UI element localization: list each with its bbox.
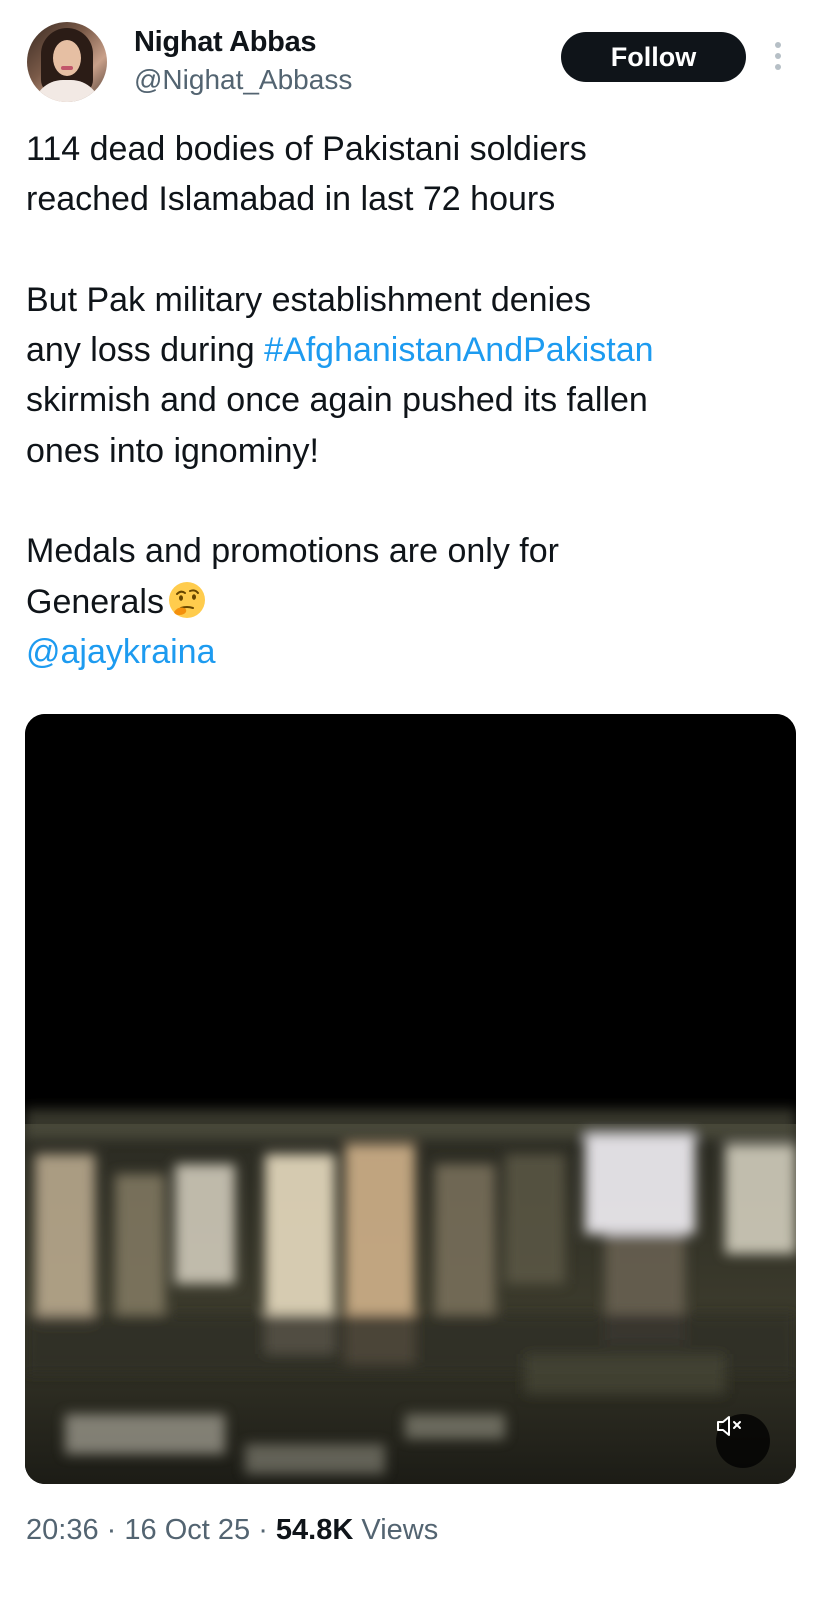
tweet-line: But Pak military establishment denies: [26, 280, 592, 319]
avatar-lips: [61, 66, 73, 70]
meta-separator: ·: [258, 1514, 268, 1546]
tweet-header: Nighat Abbas @Nighat_Abbass Follow: [0, 0, 838, 120]
tweet-line: Medals and promotions are only for: [26, 532, 559, 571]
tweet-line: any loss during #AfghanistanAndPakistan: [26, 325, 816, 375]
hashtag-link[interactable]: #AfghanistanAndPakistan: [264, 331, 653, 369]
more-dot: [775, 53, 781, 59]
tweet-line: Generals: [26, 577, 816, 627]
video-player[interactable]: [25, 714, 796, 1484]
tweet-body: 114 dead bodies of Pakistani soldiers re…: [26, 124, 816, 677]
mute-toggle[interactable]: [716, 1414, 770, 1468]
post-date[interactable]: 16 Oct 25: [124, 1514, 250, 1546]
author-display-name[interactable]: Nighat Abbas: [134, 26, 317, 59]
post-time[interactable]: 20:36: [26, 1514, 99, 1546]
more-dot: [775, 42, 781, 48]
avatar[interactable]: [27, 22, 107, 102]
author-handle[interactable]: @Nighat_Abbass: [134, 64, 352, 96]
tweet-line: reached Islamabad in last 72 hours: [26, 180, 556, 219]
follow-button[interactable]: Follow: [561, 32, 746, 82]
video-frame: [25, 714, 796, 1484]
mention-link[interactable]: @ajaykraina: [26, 633, 216, 671]
tweet-text-fragment: any loss during: [26, 331, 265, 370]
tweet-line: 114 dead bodies of Pakistani soldiers: [26, 130, 587, 168]
thinking-face-emoji-icon: [168, 581, 205, 618]
views-label: Views: [361, 1514, 439, 1546]
more-options-icon[interactable]: [766, 38, 790, 74]
tweet-line: skirmish and once again pushed its falle…: [26, 381, 648, 420]
views-count: 54.8K: [275, 1514, 354, 1546]
speaker-muted-icon: [717, 1416, 741, 1436]
tweet-line: ones into ignominy!: [26, 431, 319, 470]
meta-separator: ·: [106, 1514, 117, 1546]
tweet-text-fragment: Generals: [26, 582, 164, 621]
avatar-face: [53, 40, 81, 76]
tweet-meta: 20:36 · 16 Oct 25 · 54.8K Views: [26, 1514, 438, 1547]
more-dot: [775, 64, 781, 70]
tweet-line: @ajaykraina: [26, 627, 816, 677]
